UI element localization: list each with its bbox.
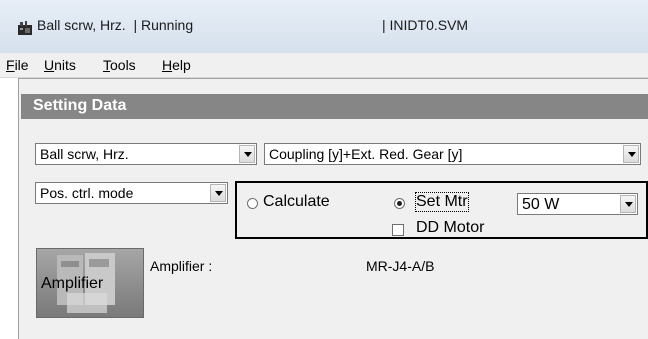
coupling-select[interactable]: Coupling [y]+Ext. Red. Gear [y] — [264, 143, 641, 165]
menu-file-mnemonic: F — [6, 57, 15, 73]
menu-units[interactable]: Units — [44, 57, 76, 73]
menu-help-mnemonic: H — [162, 57, 173, 73]
menu-file[interactable]: File — [6, 57, 29, 73]
amplifier-field-label: Amplifier : — [150, 258, 213, 274]
chevron-down-icon[interactable] — [623, 145, 639, 163]
title-bar: Ball scrw, Hrz. | Running | INIDT0.SVM — [0, 0, 648, 53]
amplifier-field-value: MR-J4-A/B — [366, 258, 435, 274]
dd-motor-label[interactable]: DD Motor — [416, 219, 484, 237]
app-icon — [18, 21, 32, 35]
chevron-down-icon[interactable] — [210, 184, 226, 202]
section-title: Setting Data — [33, 97, 127, 114]
menu-help-rest: elp — [172, 57, 191, 73]
chevron-down-icon[interactable] — [620, 195, 636, 213]
section-header: Setting Data — [21, 94, 648, 119]
motor-capacity-select[interactable]: 50 W — [517, 193, 638, 215]
amplifier-button-label: Amplifier — [41, 275, 104, 292]
menu-tools[interactable]: Tools — [103, 57, 136, 73]
menu-units-mnemonic: U — [44, 57, 55, 73]
coupling-select-value: Coupling [y]+Ext. Red. Gear [y] — [269, 146, 463, 162]
menu-tools-rest: ools — [110, 57, 136, 73]
calculate-radio[interactable] — [247, 198, 258, 209]
menu-file-rest: ile — [14, 57, 29, 73]
menu-units-rest: nits — [54, 57, 76, 73]
chevron-down-icon[interactable] — [239, 145, 255, 163]
menu-help[interactable]: Help — [162, 57, 191, 73]
set-motor-label[interactable]: Set Mtr — [415, 192, 469, 212]
mechanism-select-value: Ball scrw, Hrz. — [40, 146, 129, 162]
window-file-name: | INIDT0.SVM — [382, 17, 469, 33]
amplifier-button[interactable]: Amplifier — [36, 248, 144, 318]
mechanism-select[interactable]: Ball scrw, Hrz. — [35, 143, 257, 165]
control-mode-select-value: Pos. ctrl. mode — [40, 185, 134, 201]
control-mode-select[interactable]: Pos. ctrl. mode — [35, 182, 228, 204]
motor-capacity-value: 50 W — [522, 196, 560, 213]
calculate-label[interactable]: Calculate — [263, 193, 330, 211]
menu-tools-mnemonic: T — [103, 57, 110, 73]
window-title: Ball scrw, Hrz. | Running — [37, 17, 194, 33]
menu-bar: File Units Tools Help — [0, 53, 648, 78]
dd-motor-checkbox[interactable] — [392, 224, 404, 236]
set-motor-radio[interactable] — [394, 198, 405, 209]
